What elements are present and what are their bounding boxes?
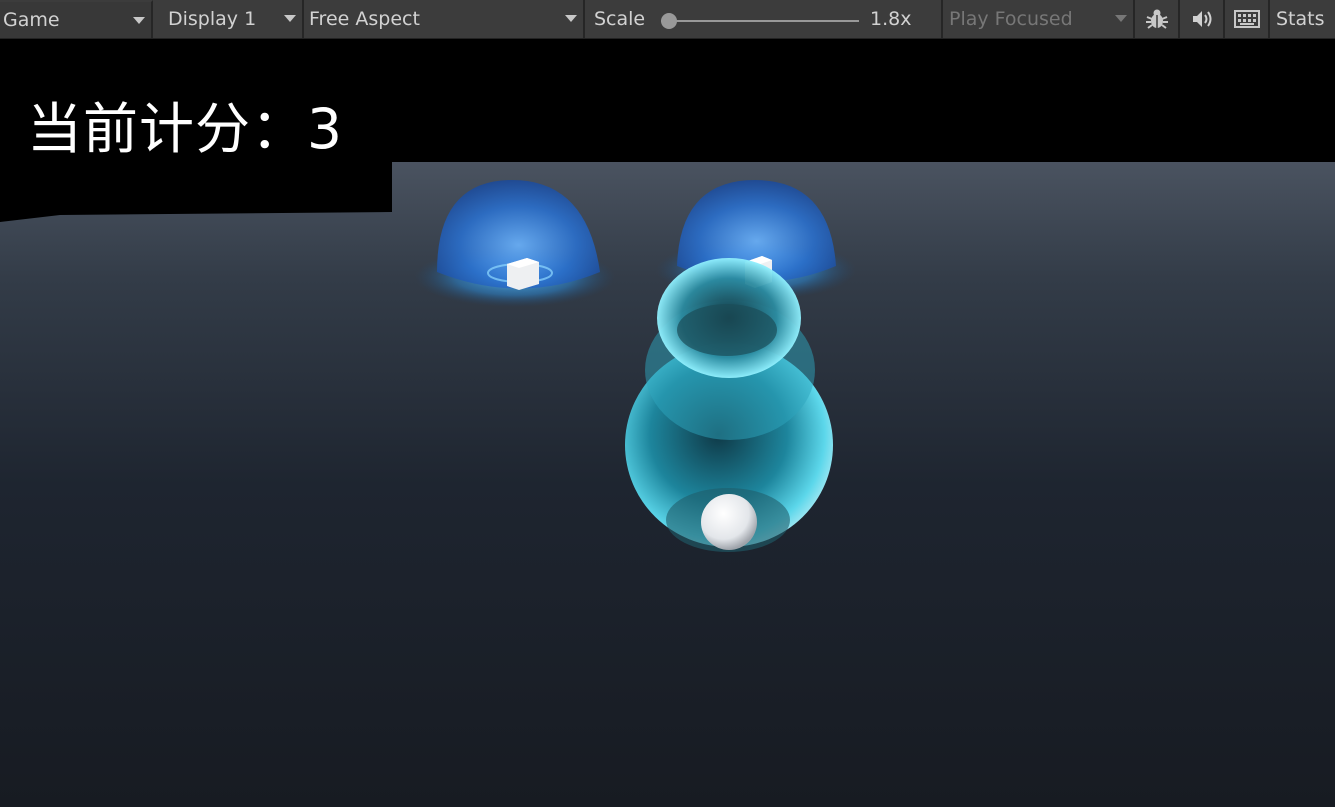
chevron-down-icon bbox=[565, 15, 577, 22]
scale-value: 1.8x bbox=[870, 8, 912, 30]
scale-label: Scale bbox=[594, 8, 646, 30]
display-dropdown[interactable]: Display 1 bbox=[153, 0, 304, 38]
view-select-label: Game bbox=[3, 9, 60, 31]
play-mode-label: Play Focused bbox=[949, 8, 1073, 30]
debug-toggle-button[interactable] bbox=[1135, 0, 1180, 38]
player-ball bbox=[701, 494, 757, 550]
scale-slider-track[interactable] bbox=[661, 20, 859, 22]
stats-label: Stats bbox=[1276, 8, 1325, 30]
game-view-toolbar: Game Display 1 Free Aspect Scale 1.8x Pl… bbox=[0, 0, 1335, 39]
bug-icon bbox=[1145, 9, 1168, 29]
chevron-down-icon bbox=[133, 17, 145, 24]
aspect-label: Free Aspect bbox=[309, 8, 420, 30]
scale-slider-thumb[interactable] bbox=[661, 13, 677, 29]
stats-button[interactable]: Stats bbox=[1270, 0, 1330, 38]
display-label: Display 1 bbox=[168, 8, 257, 30]
score-display: 当前计分：3 bbox=[27, 97, 343, 161]
play-mode-dropdown[interactable]: Play Focused bbox=[943, 0, 1135, 38]
white-cube-left bbox=[507, 258, 539, 290]
view-select-dropdown[interactable]: Game bbox=[0, 0, 153, 38]
scale-control: Scale 1.8x bbox=[585, 0, 943, 38]
shortcuts-button[interactable] bbox=[1225, 0, 1270, 38]
chevron-down-icon bbox=[284, 15, 296, 22]
chevron-down-icon bbox=[1115, 15, 1127, 22]
audio-icon bbox=[1192, 11, 1211, 27]
keyboard-icon bbox=[1233, 10, 1260, 28]
mute-audio-button[interactable] bbox=[1180, 0, 1225, 38]
aspect-dropdown[interactable]: Free Aspect bbox=[304, 0, 585, 38]
game-viewport[interactable]: 当前计分：3 bbox=[0, 40, 1335, 807]
